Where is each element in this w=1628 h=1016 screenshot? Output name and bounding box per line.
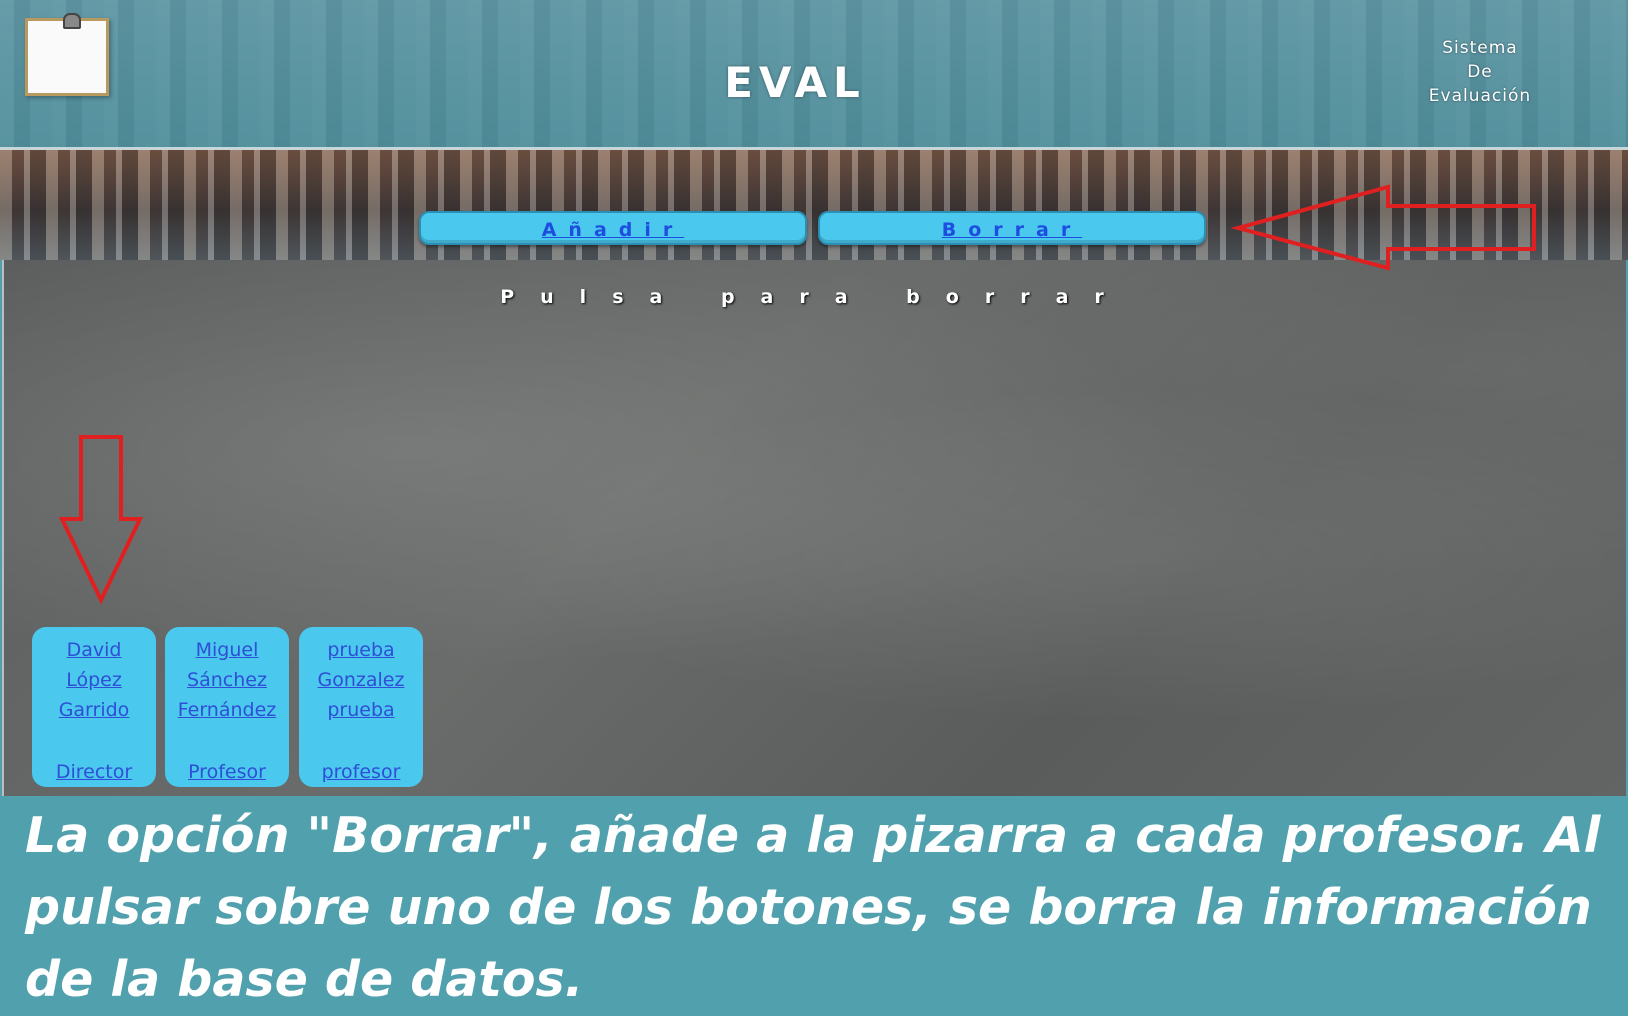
board-title: Pulsa para borrar xyxy=(500,286,1130,308)
teacher-role[interactable]: Profesor xyxy=(165,761,289,783)
clip-icon xyxy=(63,13,81,29)
teacher-name-line[interactable]: López xyxy=(32,665,156,695)
teacher-name-line[interactable]: Gonzalez xyxy=(299,665,423,695)
delete-button-label[interactable]: Borrar xyxy=(942,219,1082,241)
add-button-label[interactable]: Añadir xyxy=(542,219,685,241)
teacher-name-line[interactable]: Miguel xyxy=(165,635,289,665)
teacher-card[interactable]: Miguel Sánchez Fernández Profesor xyxy=(165,627,289,787)
teacher-card[interactable]: prueba Gonzalez prueba profesor xyxy=(299,627,423,787)
teacher-name[interactable]: Miguel Sánchez Fernández xyxy=(165,627,289,725)
teacher-name[interactable]: David López Garrido xyxy=(32,627,156,725)
brand-title: EVAL xyxy=(724,58,866,107)
add-button[interactable]: Añadir xyxy=(419,211,807,245)
tagline-line-2: De xyxy=(1467,62,1493,82)
teacher-name-line[interactable]: prueba xyxy=(299,695,423,725)
delete-button[interactable]: Borrar xyxy=(818,211,1206,245)
tagline-line-3: Evaluación xyxy=(1428,86,1532,106)
tagline-line-1: Sistema xyxy=(1442,38,1518,58)
teacher-name-line[interactable]: Sánchez xyxy=(165,665,289,695)
bookshelf-background xyxy=(0,150,1628,260)
teacher-name-line[interactable]: Garrido xyxy=(32,695,156,725)
header-banner: EVAL Sistema De Evaluación xyxy=(0,0,1628,150)
teacher-card[interactable]: David López Garrido Director xyxy=(32,627,156,787)
teacher-name-line[interactable]: David xyxy=(32,635,156,665)
teacher-name-line[interactable]: prueba xyxy=(299,635,423,665)
teacher-name-line[interactable]: Fernández xyxy=(165,695,289,725)
annotation-caption: La opción "Borrar", añade a la pizarra a… xyxy=(25,807,1601,1008)
teacher-name[interactable]: prueba Gonzalez prueba xyxy=(299,627,423,725)
tagline: Sistema De Evaluación xyxy=(1400,36,1560,108)
teacher-role[interactable]: Director xyxy=(32,761,156,783)
teacher-role[interactable]: profesor xyxy=(299,761,423,783)
